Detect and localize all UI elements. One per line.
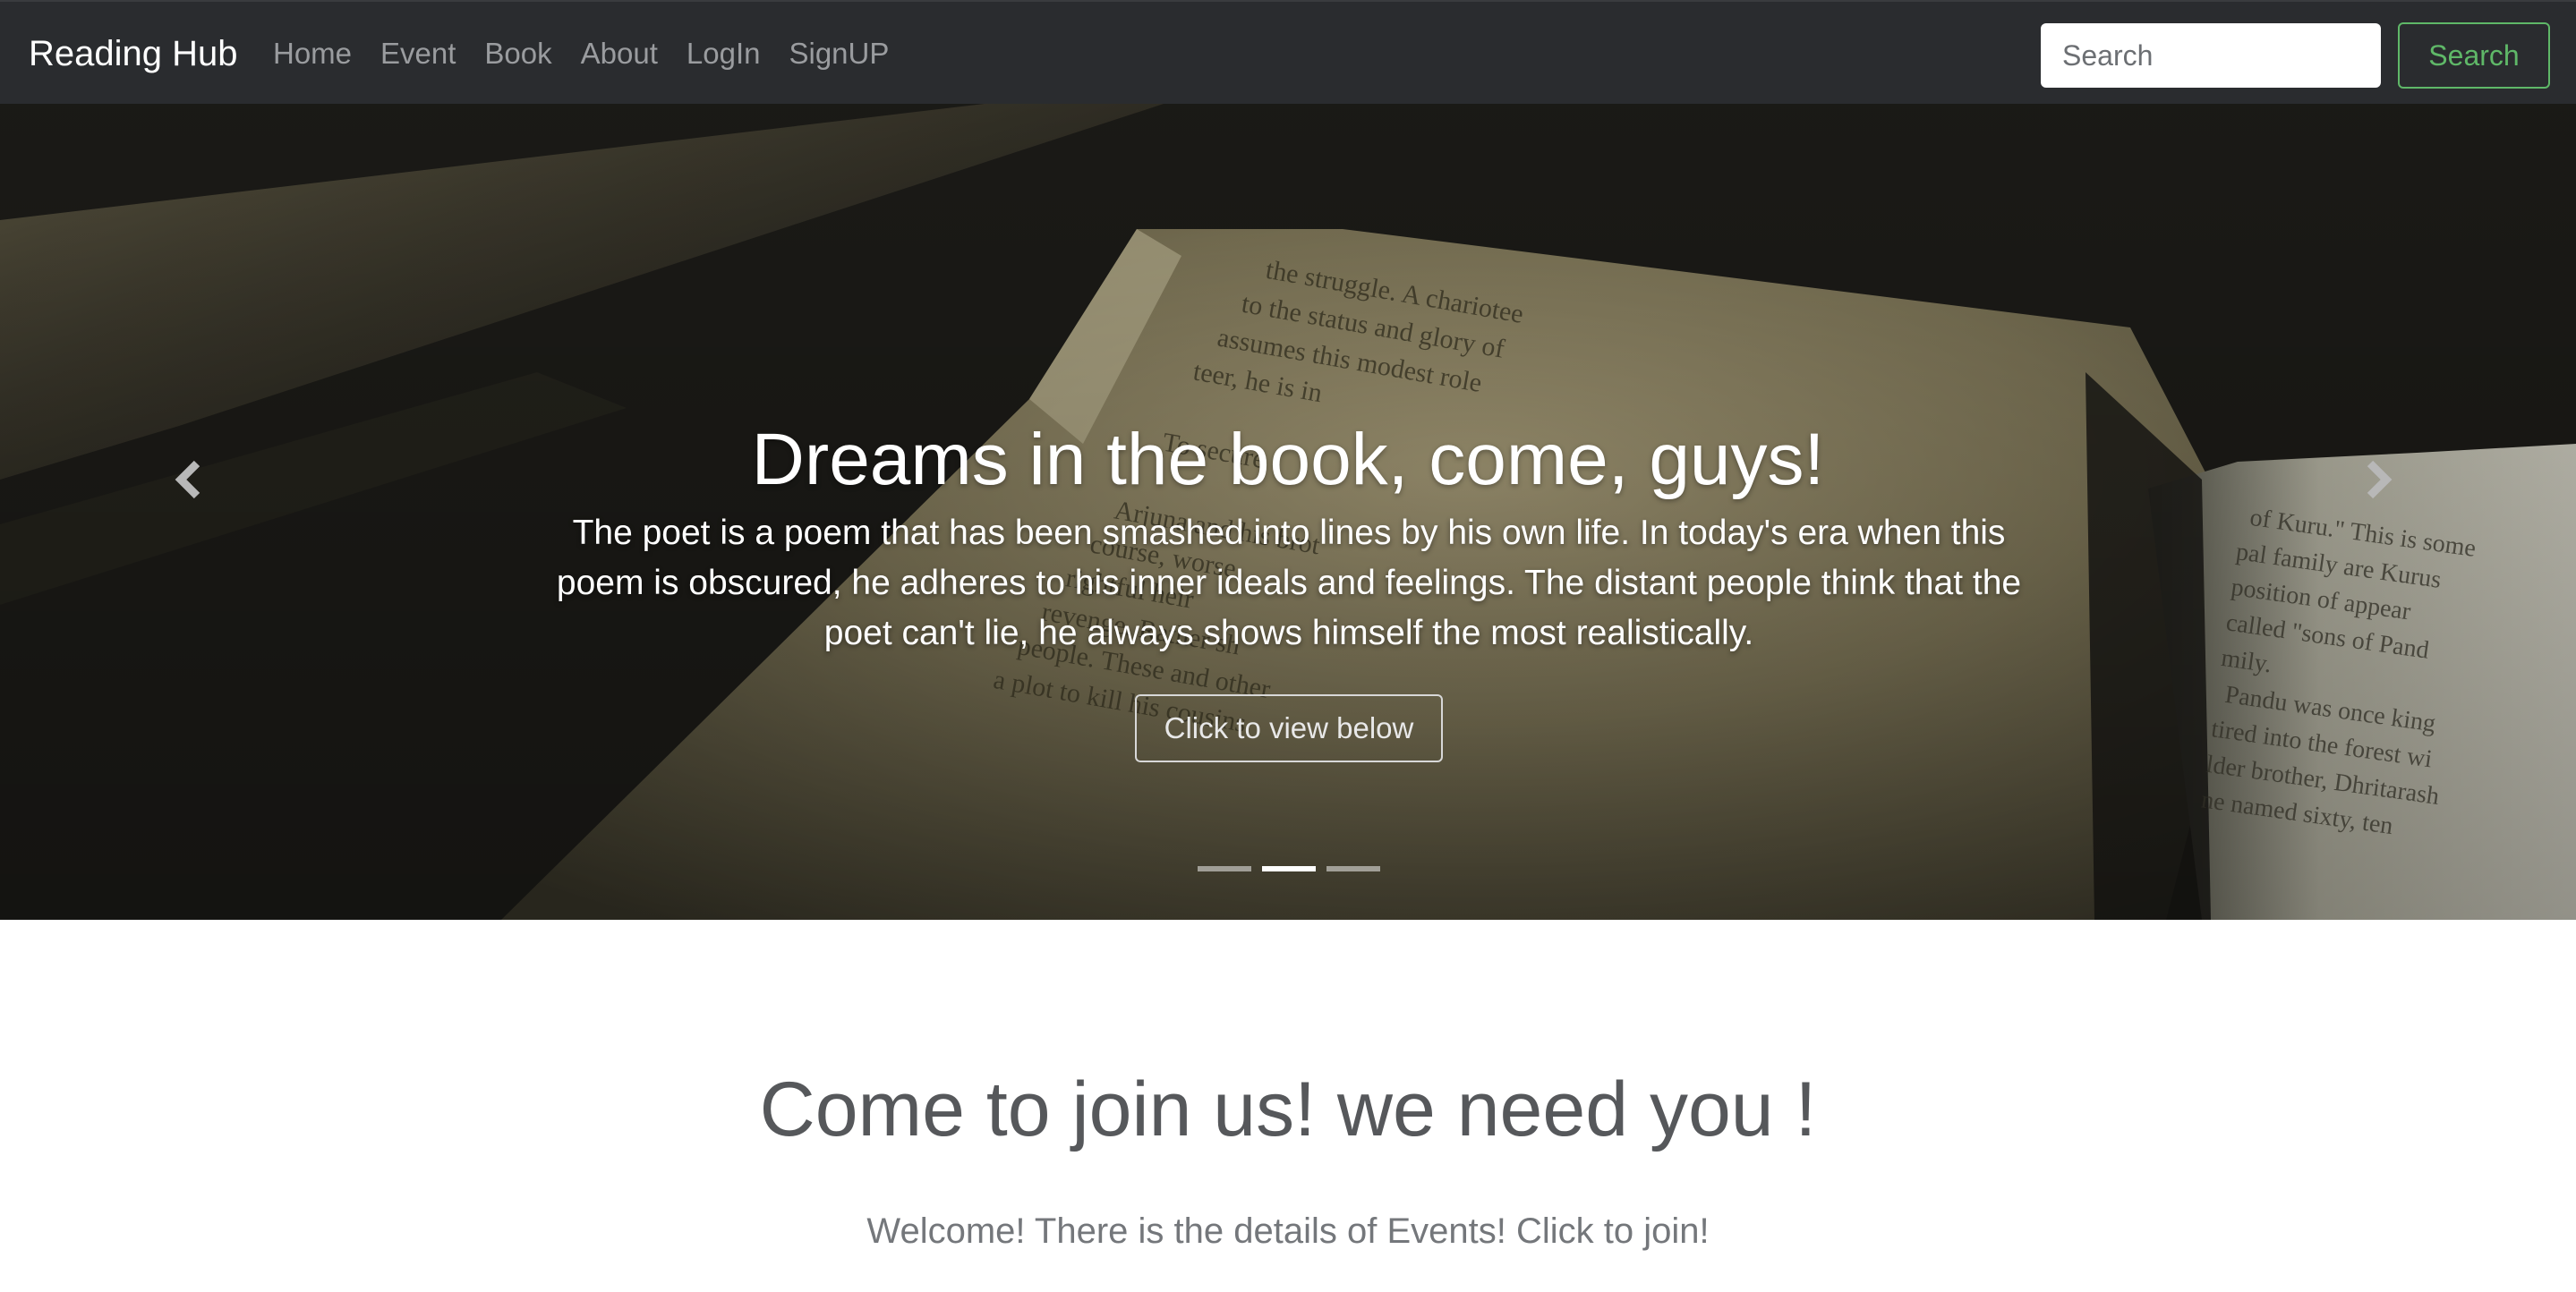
- view-below-button[interactable]: Click to view below: [1135, 694, 1443, 762]
- carousel-indicators: [1198, 866, 1380, 871]
- search-button[interactable]: Search: [2398, 22, 2550, 89]
- nav-link-event[interactable]: Event: [380, 34, 456, 73]
- join-heading: Come to join us! we need you !: [759, 1067, 1817, 1152]
- search-input[interactable]: [2041, 23, 2381, 88]
- nav-link-signup[interactable]: SignUP: [789, 34, 889, 73]
- nav-link-about[interactable]: About: [581, 34, 658, 73]
- brand-logo[interactable]: Reading Hub: [29, 32, 238, 75]
- nav-link-login[interactable]: LogIn: [687, 34, 761, 73]
- hero-carousel: the struggle. A chariotee to the status …: [0, 104, 2576, 920]
- slide-description: The poet is a poem that has been smashed…: [556, 514, 2022, 652]
- carousel-indicator-1[interactable]: [1198, 866, 1251, 871]
- slide-title: Dreams in the book, come, guys!: [751, 419, 1825, 500]
- nav-link-book[interactable]: Book: [484, 34, 551, 73]
- carousel-indicator-2[interactable]: [1262, 866, 1316, 871]
- nav-link-home[interactable]: Home: [273, 34, 352, 73]
- carousel-indicator-3[interactable]: [1326, 866, 1380, 871]
- book-line: mily.: [2220, 644, 2273, 679]
- join-subtext: Welcome! There is the details of Events!…: [866, 1211, 1710, 1251]
- nav-links: Home Event Book About LogIn SignUP: [273, 34, 917, 73]
- top-navbar: Reading Hub Home Event Book About LogIn …: [0, 0, 2576, 104]
